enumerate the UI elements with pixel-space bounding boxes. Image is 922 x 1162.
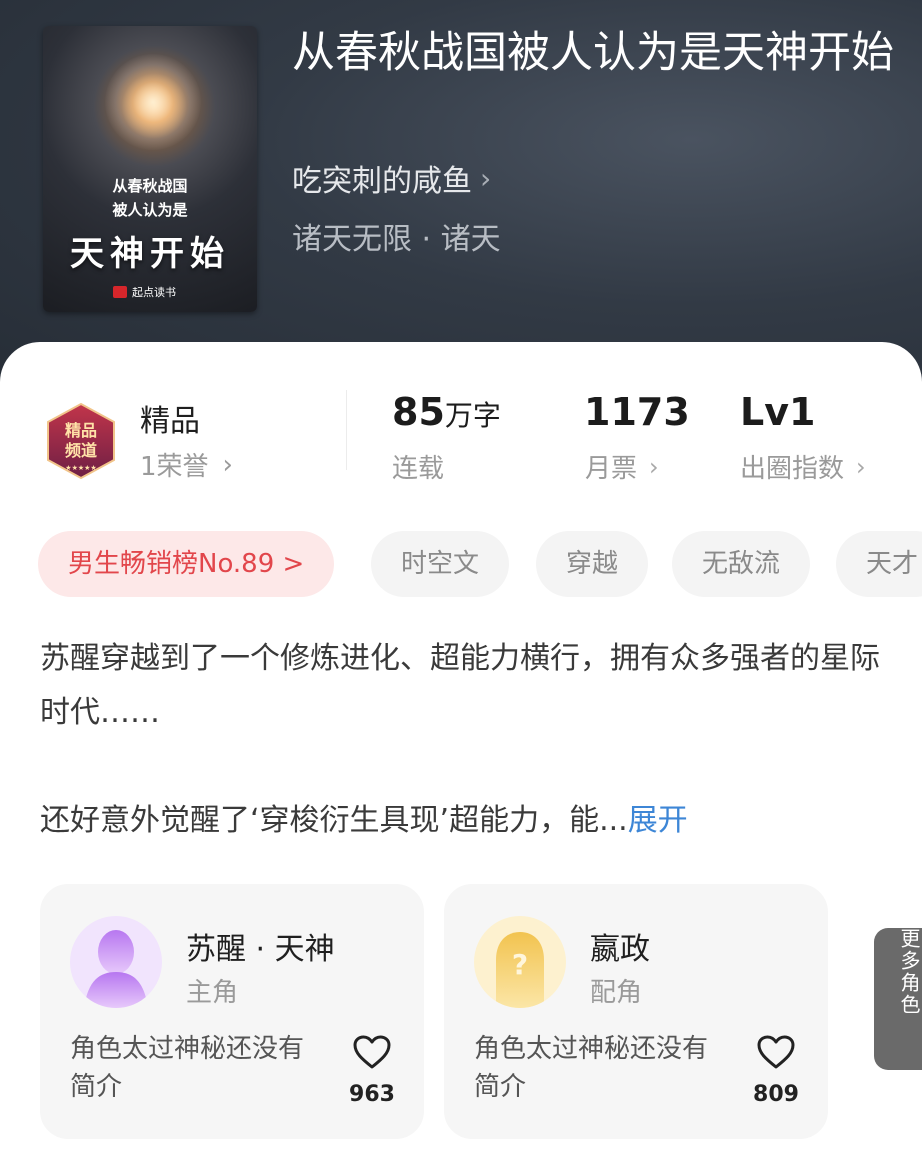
stat-divider xyxy=(346,390,347,470)
honor-count: 1荣誉 xyxy=(140,452,209,482)
expand-link[interactable]: 展开 xyxy=(628,803,688,838)
author-link[interactable]: 吃突刺的咸鱼 › xyxy=(292,156,491,200)
tag-item[interactable]: 无敌流 xyxy=(672,531,811,597)
tag-item[interactable]: 天才 xyxy=(836,531,922,597)
serial-status-label: 连载 xyxy=(392,454,445,484)
serial-status: 连载 xyxy=(392,448,444,485)
chevron-right-icon: › xyxy=(856,452,866,481)
quality-badge-icon[interactable]: 精品 频道 ★★★★★ xyxy=(42,402,120,480)
honor-link[interactable]: 1荣誉 › xyxy=(140,446,233,483)
role-type: 主角 xyxy=(186,978,239,1008)
role-name: 嬴政 xyxy=(590,932,650,967)
word-count-unit: 万字 xyxy=(444,399,501,432)
svg-text:?: ? xyxy=(512,948,528,981)
author-name: 吃突刺的咸鱼 xyxy=(292,164,472,199)
role-type: 配角 xyxy=(590,978,643,1008)
svg-text:★★★★★: ★★★★★ xyxy=(65,464,96,472)
like-count: 809 xyxy=(753,1082,799,1107)
cover-subtitle: 从春秋战国 被人认为是 xyxy=(43,174,257,222)
role-unknown-icon: ? xyxy=(474,916,566,1008)
monthly-ticket-link[interactable]: 月票 › xyxy=(585,448,659,485)
tag-item[interactable]: 穿越 xyxy=(536,531,649,597)
circle-index-value: Lv1 xyxy=(740,390,816,434)
intro-paragraph: 苏醒穿越到了一个修炼进化、超能力横行，拥有众多强者的星际时代…… xyxy=(40,641,880,730)
chevron-right-icon: › xyxy=(649,452,659,481)
book-header: 从春秋战国 被人认为是 天神开始 起点读书 从春秋战国被人认为是天神开始 吃突刺… xyxy=(0,0,922,400)
intro-paragraph: 还好意外觉醒了‘穿梭衍生具现’超能力，能...展开 xyxy=(40,803,688,838)
circle-index-link[interactable]: 出圈指数 › xyxy=(740,448,866,485)
tag-item[interactable]: 时空文 xyxy=(371,531,510,597)
role-name: 苏醒 · 天神 xyxy=(186,932,335,967)
publisher-logo-icon xyxy=(113,286,127,298)
role-card[interactable]: ? 嬴政 配角 角色太过神秘还没有简介 809 xyxy=(444,884,828,1139)
chevron-right-icon: › xyxy=(222,449,233,480)
avatar xyxy=(70,916,162,1008)
monthly-ticket-value: 1173 xyxy=(584,390,690,434)
more-roles-button[interactable]: 更多角色 xyxy=(874,928,922,1070)
chevron-right-icon: › xyxy=(480,161,492,195)
book-title: 从春秋战国被人认为是天神开始 xyxy=(292,28,894,78)
word-count: 85万字 xyxy=(392,390,501,434)
like-count: 963 xyxy=(349,1082,395,1107)
cover-glow xyxy=(105,54,201,150)
role-card[interactable]: 苏醒 · 天神 主角 角色太过神秘还没有简介 963 xyxy=(40,884,424,1139)
svg-text:频道: 频道 xyxy=(65,441,97,460)
tag-row: 男生畅销榜No.89 > 时空文 穿越 无敌流 天才 xyxy=(38,531,922,597)
cover-line1: 从春秋战国 xyxy=(112,177,188,195)
cover-line2: 被人认为是 xyxy=(112,201,188,219)
svg-text:精品: 精品 xyxy=(65,421,97,440)
role-description: 角色太过神秘还没有简介 xyxy=(70,1034,305,1102)
avatar: ? xyxy=(474,916,566,1008)
book-intro[interactable]: 苏醒穿越到了一个修炼进化、超能力横行，拥有众多强者的星际时代…… 还好意外觉醒了… xyxy=(40,632,890,848)
tag-rank[interactable]: 男生畅销榜No.89 > xyxy=(38,531,335,597)
circle-index-label: 出圈指数 xyxy=(740,454,845,484)
word-count-value: 85 xyxy=(392,390,445,434)
book-genre[interactable]: 诸天无限 · 诸天 xyxy=(292,214,501,258)
publisher-name: 起点读书 xyxy=(132,286,176,299)
role-description: 角色太过神秘还没有简介 xyxy=(474,1034,709,1102)
cover-main-title: 天神开始 xyxy=(70,234,230,274)
quality-label: 精品 xyxy=(140,404,200,439)
book-cover[interactable]: 从春秋战国 被人认为是 天神开始 起点读书 xyxy=(43,26,257,312)
cover-publisher: 起点读书 xyxy=(113,284,176,300)
monthly-ticket-label: 月票 xyxy=(585,454,638,484)
role-silhouette-icon xyxy=(70,916,162,1008)
heart-icon[interactable] xyxy=(352,1034,392,1070)
heart-icon[interactable] xyxy=(756,1034,796,1070)
